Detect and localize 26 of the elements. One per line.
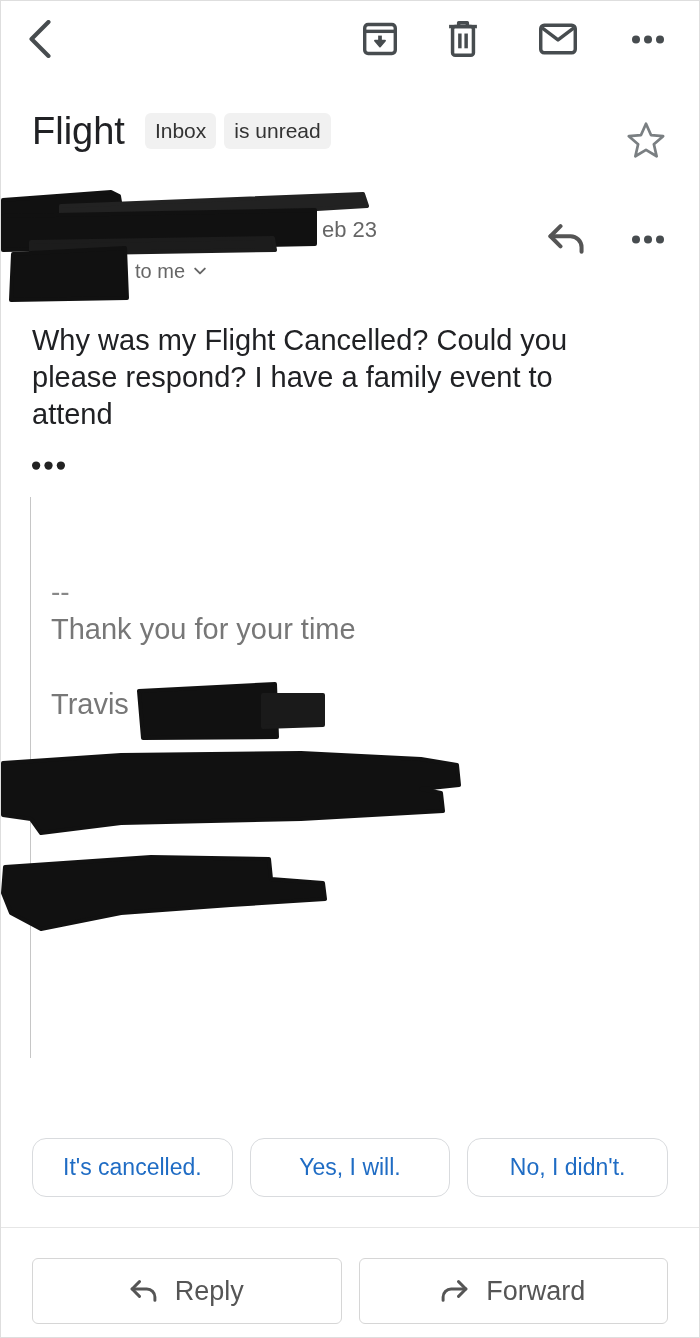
label-tag: is unread [224,113,331,149]
ellipsis-icon[interactable] [32,461,65,470]
chevron-down-icon [194,267,207,275]
label-tag: Inbox [144,113,217,149]
smart-reply-button[interactable]: Yes, I will. [249,1138,451,1197]
reply-icon[interactable] [548,224,584,254]
message-body: Why was my Flight Cancelled? Could you please respond? I have a family event to attend [32,323,569,432]
recipient-toggle[interactable]: to me [135,260,207,282]
forward-button[interactable]: Forward [358,1258,668,1324]
smart-reply-button[interactable]: It's cancelled. [32,1138,233,1197]
trash-icon[interactable] [447,21,479,57]
more-icon[interactable] [632,234,664,244]
reply-button[interactable]: Reply [32,1258,342,1324]
date-text: eb 23 [322,218,378,242]
forward-icon [441,1280,469,1302]
signature-line: Thank you for your time [51,612,356,647]
back-icon[interactable] [29,20,51,58]
subject-title: Flight [32,109,125,153]
signature-line: Travis [51,687,129,722]
signature-separator: -- [51,579,70,605]
more-icon[interactable] [632,34,664,44]
reply-icon [129,1280,157,1302]
archive-icon[interactable] [363,21,397,57]
star-icon[interactable] [627,122,665,158]
smart-reply-button[interactable]: No, I didn't. [467,1138,668,1197]
mail-icon[interactable] [539,23,577,55]
